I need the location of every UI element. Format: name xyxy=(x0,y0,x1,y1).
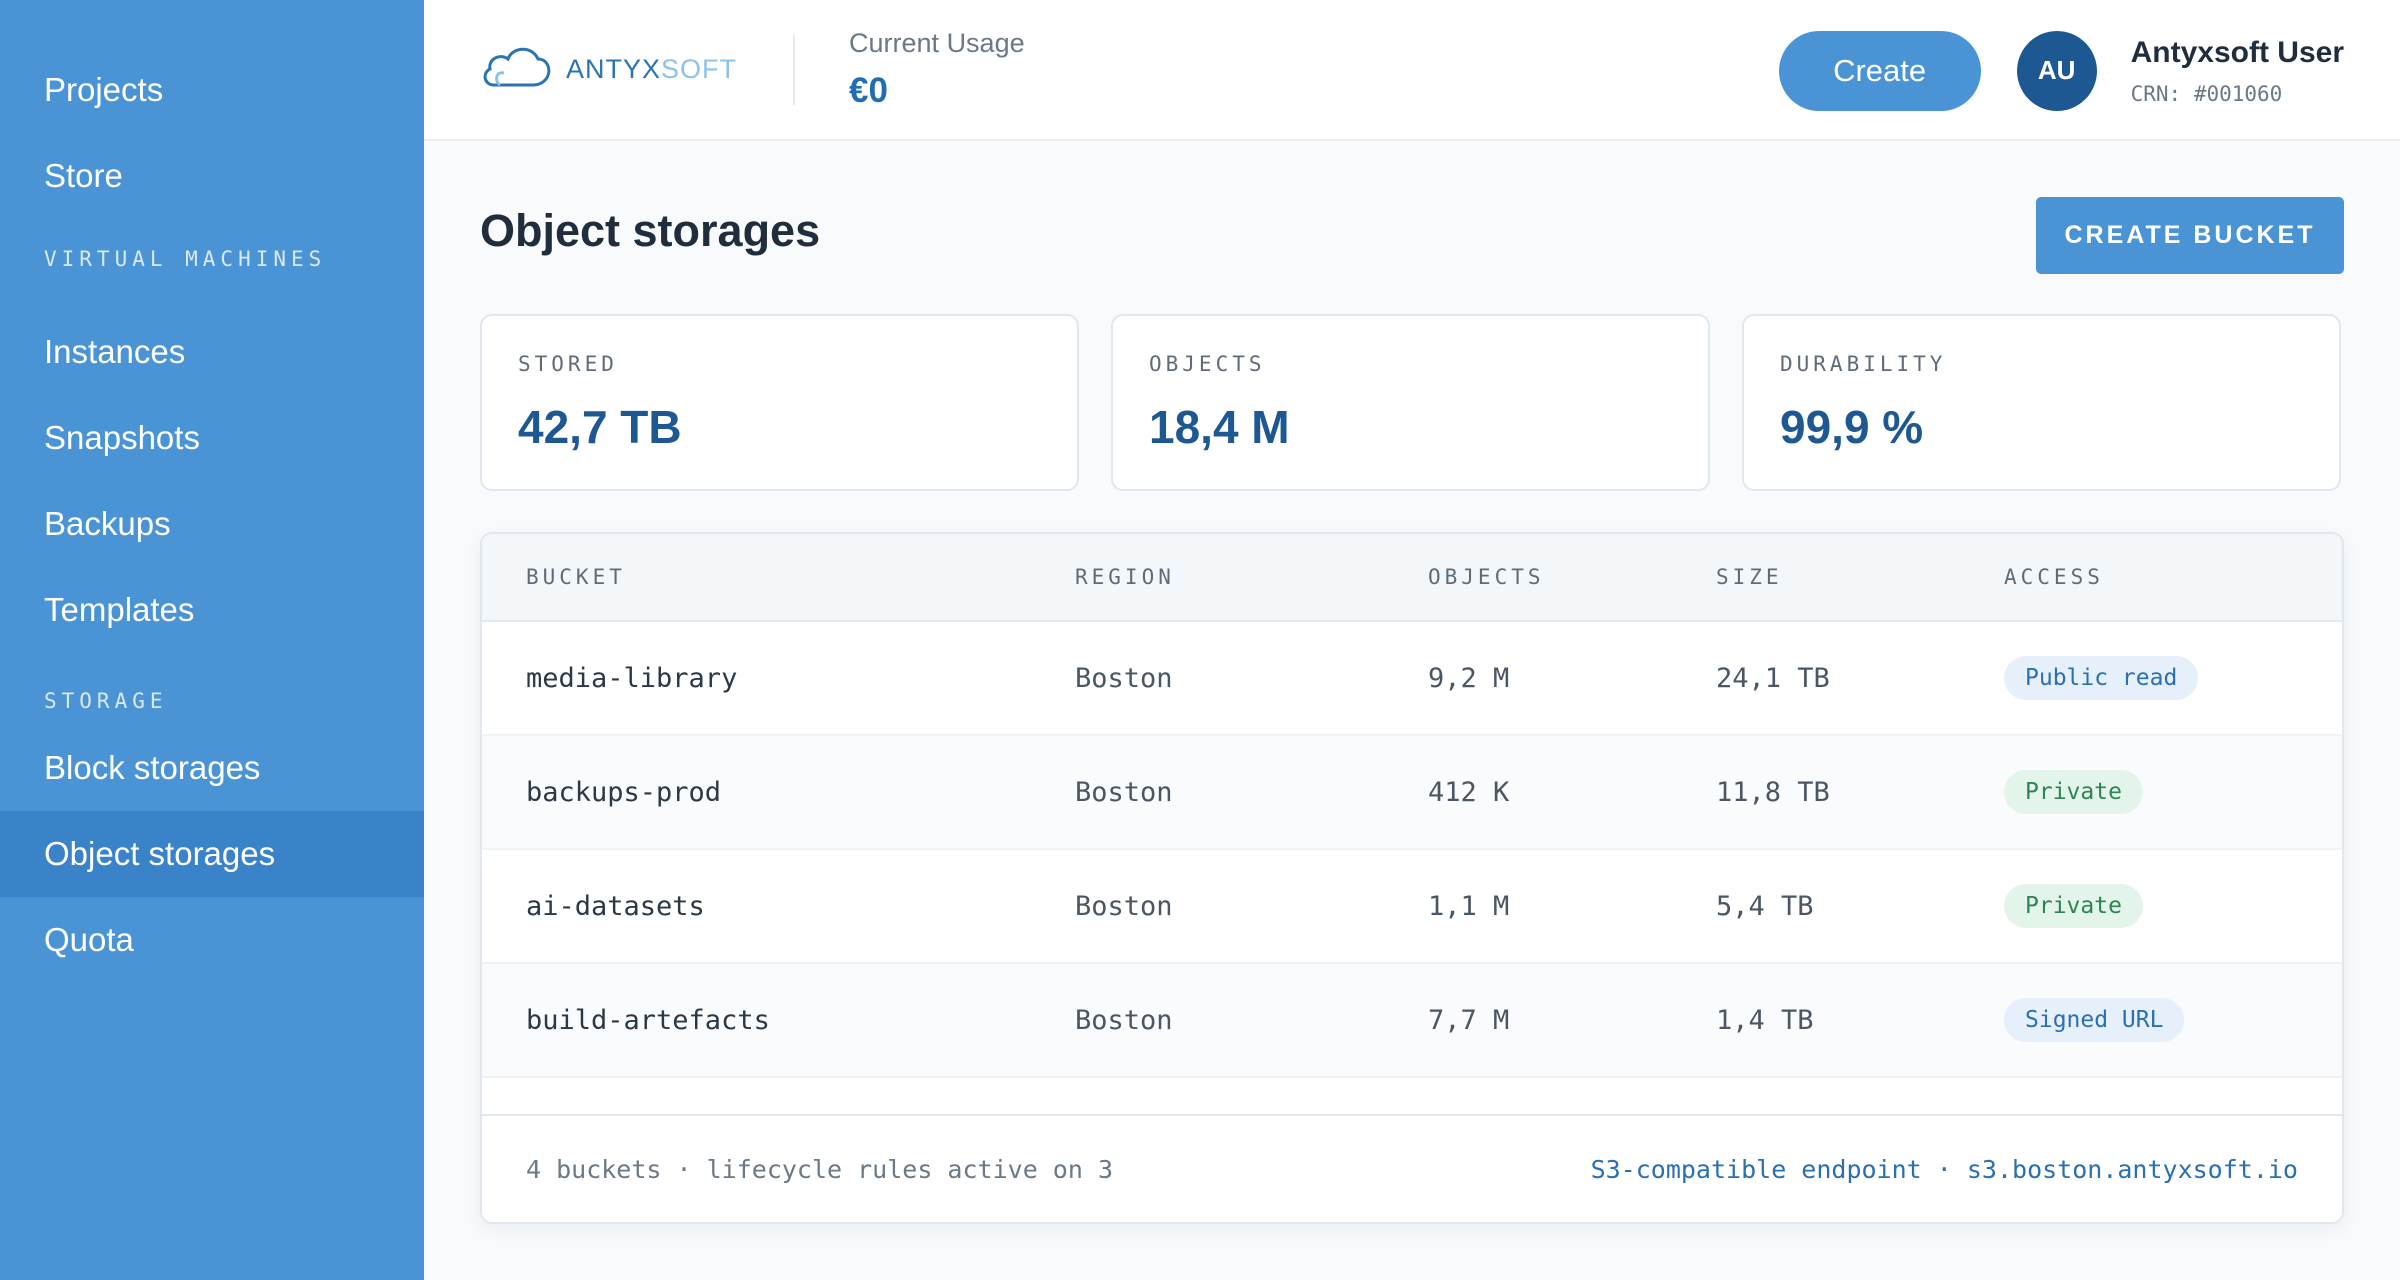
usage-value: €0 xyxy=(849,71,888,110)
stat-label: STORED xyxy=(518,352,618,376)
bucket-name[interactable]: backups-prod xyxy=(526,777,721,808)
stat-card-stored: STORED 42,7 TB xyxy=(480,314,1079,491)
access-badge: Signed URL xyxy=(2004,998,2185,1042)
bucket-region: Boston xyxy=(1075,1004,1173,1036)
table-row[interactable]: backups-prod Boston 412 K 11,8 TB Privat… xyxy=(482,736,2342,850)
sidebar: Projects Store VIRTUAL MACHINES Instance… xyxy=(0,0,424,1280)
sidebar-item-object-storages[interactable]: Object storages xyxy=(0,811,424,897)
sidebar-item-block-storages[interactable]: Block storages xyxy=(0,725,424,811)
sidebar-item-instances[interactable]: Instances xyxy=(0,309,424,395)
bucket-region: Boston xyxy=(1075,890,1173,922)
stat-card-durability: DURABILITY 99,9 % xyxy=(1742,314,2341,491)
logo-text: ANTYXSOFT xyxy=(566,54,738,84)
buckets-table: BUCKET REGION OBJECTS SIZE ACCESS media-… xyxy=(480,532,2344,1224)
stat-value: 42,7 TB xyxy=(518,401,682,453)
access-badge: Private xyxy=(2004,884,2143,928)
create-bucket-button[interactable]: CREATE BUCKET xyxy=(2036,197,2344,274)
cloud-icon xyxy=(480,41,552,98)
sidebar-section-storage: STORAGE xyxy=(44,689,168,713)
sidebar-section-virtual-machines: VIRTUAL MACHINES xyxy=(44,247,327,271)
bucket-name[interactable]: build-artefacts xyxy=(526,1005,770,1036)
column-header-size[interactable]: SIZE xyxy=(1716,565,1783,589)
table-row[interactable]: ai-datasets Boston 1,1 M 5,4 TB Private xyxy=(482,850,2342,964)
stat-label: DURABILITY xyxy=(1780,352,1947,376)
page-title: Object storages xyxy=(480,205,821,256)
stat-card-objects: OBJECTS 18,4 M xyxy=(1111,314,1710,491)
sidebar-item-projects[interactable]: Projects xyxy=(0,47,424,133)
sidebar-item-templates[interactable]: Templates xyxy=(0,567,424,653)
bucket-size: 11,8 TB xyxy=(1716,776,1830,808)
stat-value: 99,9 % xyxy=(1780,401,1924,453)
stats-row: STORED 42,7 TB OBJECTS 18,4 M DURABILITY… xyxy=(480,314,2341,491)
bucket-region: Boston xyxy=(1075,662,1173,694)
access-badge: Private xyxy=(2004,770,2143,814)
user-name: Antyxsoft User xyxy=(2130,35,2344,69)
bucket-name[interactable]: ai-datasets xyxy=(526,891,705,922)
bucket-objects: 412 K xyxy=(1428,776,1510,808)
bucket-size: 5,4 TB xyxy=(1716,890,1814,922)
s3-endpoint-link[interactable]: S3-compatible endpoint · s3.boston.antyx… xyxy=(1591,1155,2298,1184)
column-header-bucket[interactable]: BUCKET xyxy=(526,565,626,589)
stat-label: OBJECTS xyxy=(1149,352,1266,376)
stat-value: 18,4 M xyxy=(1149,401,1290,453)
bucket-objects: 1,1 M xyxy=(1428,890,1510,922)
table-header: BUCKET REGION OBJECTS SIZE ACCESS xyxy=(482,534,2342,622)
sidebar-item-store[interactable]: Store xyxy=(0,133,424,219)
logo[interactable]: ANTYXSOFT xyxy=(480,41,737,98)
bucket-objects: 9,2 M xyxy=(1428,662,1510,694)
topbar: ANTYXSOFT Current Usage €0 Create AU Ant… xyxy=(424,0,2400,141)
column-header-access[interactable]: ACCESS xyxy=(2004,565,2104,589)
avatar[interactable]: AU xyxy=(2016,30,2097,111)
table-row[interactable]: media-library Boston 9,2 M 24,1 TB Publi… xyxy=(482,622,2342,736)
bucket-region: Boston xyxy=(1075,776,1173,808)
sidebar-item-quota[interactable]: Quota xyxy=(0,897,424,983)
create-button[interactable]: Create xyxy=(1778,30,1981,111)
bucket-name[interactable]: media-library xyxy=(526,663,737,694)
sidebar-item-snapshots[interactable]: Snapshots xyxy=(0,395,424,481)
sidebar-item-backups[interactable]: Backups xyxy=(0,481,424,567)
table-row[interactable]: build-artefacts Boston 7,7 M 1,4 TB Sign… xyxy=(482,964,2342,1078)
table-footer: 4 buckets · lifecycle rules active on 3 … xyxy=(482,1114,2342,1222)
bucket-summary: 4 buckets · lifecycle rules active on 3 xyxy=(526,1154,1113,1184)
bucket-objects: 7,7 M xyxy=(1428,1004,1510,1036)
bucket-size: 24,1 TB xyxy=(1716,662,1830,694)
column-header-region[interactable]: REGION xyxy=(1075,565,1175,589)
header-divider xyxy=(793,34,796,105)
user-info[interactable]: Antyxsoft User CRN: #001060 xyxy=(2131,36,2344,106)
usage-block: Current Usage €0 xyxy=(849,28,1025,111)
usage-label: Current Usage xyxy=(849,28,1025,58)
bucket-size: 1,4 TB xyxy=(1716,1004,1814,1036)
column-header-objects[interactable]: OBJECTS xyxy=(1428,565,1545,589)
main-area: ANTYXSOFT Current Usage €0 Create AU Ant… xyxy=(424,0,2400,1280)
access-badge: Public read xyxy=(2004,656,2199,700)
user-crn: CRN: #001060 xyxy=(2130,81,2283,106)
